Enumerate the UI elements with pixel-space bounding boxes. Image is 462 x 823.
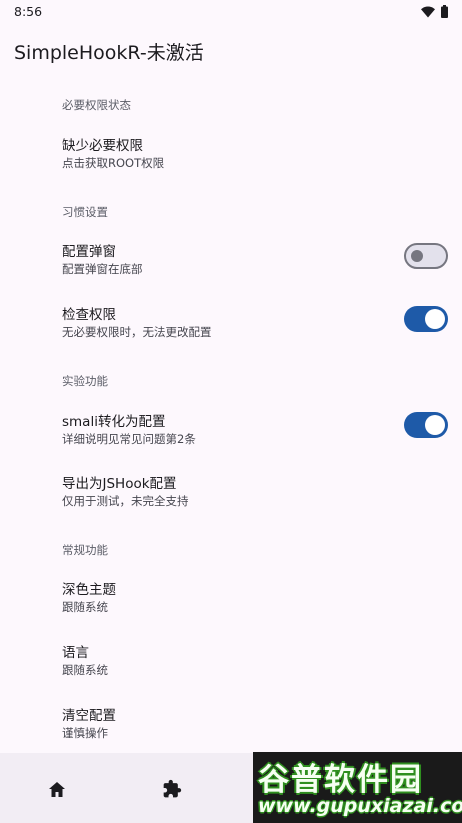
pref-title: smali转化为配置 [62, 414, 166, 430]
pref-subtitle: 跟随系统 [62, 600, 108, 614]
pref-subtitle: 仅用于测试，未完全支持 [62, 494, 189, 508]
section-header-experimental: 实验功能 [62, 374, 108, 388]
check-permissions-item[interactable]: 检查权限 无必要权限时，无法更改配置 [0, 303, 462, 357]
nav-extension-button[interactable] [158, 775, 186, 803]
section-header-habits: 习惯设置 [62, 205, 108, 219]
pref-title: 配置弹窗 [62, 244, 116, 260]
extension-icon [163, 779, 182, 798]
wifi-icon [421, 6, 435, 17]
status-icons [421, 5, 448, 18]
toggle-thumb [411, 250, 423, 262]
pref-title: 导出为JSHook配置 [62, 476, 177, 492]
pref-subtitle: 详细说明见常见问题第2条 [62, 432, 196, 446]
clear-config-item[interactable]: 清空配置 谨慎操作 [0, 704, 462, 758]
missing-permissions-item[interactable]: 缺少必要权限 点击获取ROOT权限 [0, 134, 462, 188]
watermark-logo: 谷普软件园 www.gupuxiazai.com [253, 752, 462, 823]
home-icon [49, 781, 65, 797]
watermark-title: 谷普软件园 [258, 762, 423, 798]
language-item[interactable]: 语言 跟随系统 [0, 641, 462, 695]
config-popup-toggle[interactable] [404, 243, 448, 269]
pref-title: 检查权限 [62, 307, 116, 323]
pref-title: 深色主题 [62, 582, 116, 598]
export-jshook-item[interactable]: 导出为JSHook配置 仅用于测试，未完全支持 [0, 472, 462, 526]
section-header-general: 常规功能 [62, 543, 108, 557]
check-permissions-toggle[interactable] [404, 306, 448, 332]
toggle-thumb [425, 415, 445, 435]
pref-subtitle: 谨慎操作 [62, 726, 108, 740]
pref-title: 语言 [62, 645, 89, 661]
status-bar: 8:56 [0, 0, 462, 24]
status-time: 8:56 [14, 4, 43, 19]
dark-theme-item[interactable]: 深色主题 跟随系统 [0, 578, 462, 632]
pref-subtitle: 点击获取ROOT权限 [62, 156, 165, 170]
battery-icon [441, 5, 448, 18]
watermark-url: www.gupuxiazai.com [258, 795, 462, 817]
pref-subtitle: 配置弹窗在底部 [62, 262, 143, 276]
config-popup-item[interactable]: 配置弹窗 配置弹窗在底部 [0, 240, 462, 294]
pref-title: 缺少必要权限 [62, 138, 143, 154]
pref-subtitle: 跟随系统 [62, 663, 108, 677]
smali-convert-toggle[interactable] [404, 412, 448, 438]
pref-title: 清空配置 [62, 708, 116, 724]
app-title: SimpleHookR-未激活 [14, 42, 204, 64]
pref-subtitle: 无必要权限时，无法更改配置 [62, 325, 212, 339]
toggle-thumb [425, 309, 445, 329]
section-header-required-permissions: 必要权限状态 [62, 98, 131, 112]
nav-home-button[interactable] [43, 775, 71, 803]
smali-convert-item[interactable]: smali转化为配置 详细说明见常见问题第2条 [0, 410, 462, 464]
